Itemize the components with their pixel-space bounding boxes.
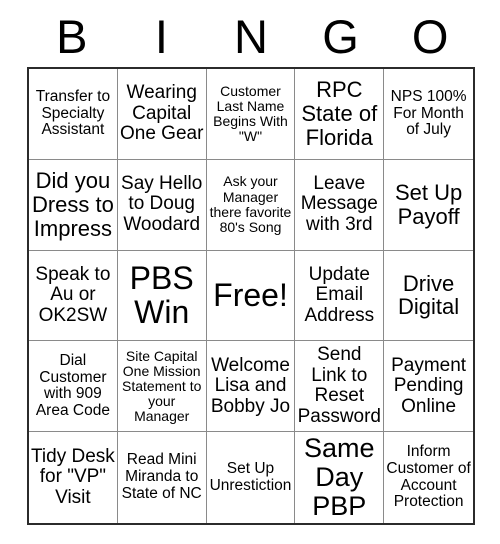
bingo-cell[interactable]: Customer Last Name Begins With "W" xyxy=(206,69,296,160)
bingo-cell[interactable]: Set Up Unrestiction xyxy=(206,432,296,523)
bingo-cell-label: RPC State of Florida xyxy=(301,77,378,150)
bingo-cell-label: Speak to Au or OK2SW xyxy=(35,263,111,326)
bingo-cell[interactable]: RPC State of Florida xyxy=(295,69,385,160)
bingo-cell-label: Set Up Unrestiction xyxy=(209,459,292,494)
bingo-cell[interactable]: Ask your Manager there favorite 80's Son… xyxy=(206,159,296,251)
bingo-cell[interactable]: Wearing Capital One Gear xyxy=(117,69,207,160)
bingo-cell[interactable]: PBS Win xyxy=(117,250,207,342)
bingo-cell-label: Send Link to Reset Password xyxy=(297,344,381,427)
bingo-cell-label: Wearing Capital One Gear xyxy=(119,82,204,145)
header-letter-g: G xyxy=(322,9,359,63)
bingo-cell-label: Same Day PBP xyxy=(304,432,375,522)
header-letter-i: I xyxy=(154,9,168,63)
header-letter-n: N xyxy=(234,9,268,63)
bingo-cell-label: Did you Dress to Impress xyxy=(31,168,114,241)
bingo-free-space-label: Free! xyxy=(213,277,288,314)
bingo-cell-label: Site Capital One Mission Statement to yo… xyxy=(122,347,202,424)
bingo-cell-label: NPS 100% For Month of July xyxy=(390,87,467,139)
bingo-cell-label: Ask your Manager there favorite 80's Son… xyxy=(209,173,292,235)
bingo-card: B I N G O Transfer to Specialty Assistan… xyxy=(0,0,500,544)
bingo-free-space[interactable]: Free! xyxy=(206,250,296,342)
bingo-cell-label: Welcome Lisa and Bobby Jo xyxy=(210,354,291,417)
bingo-header-row: B I N G O xyxy=(27,6,475,66)
bingo-cell[interactable]: Dial Customer with 909 Area Code xyxy=(29,341,118,433)
bingo-cell-label: PBS Win xyxy=(129,259,194,331)
bingo-cell-label: Read Mini Miranda to State of NC xyxy=(121,451,202,502)
bingo-cell-label: Say Hello to Doug Woodard xyxy=(121,172,203,235)
bingo-cell[interactable]: Drive Digital xyxy=(384,250,473,342)
bingo-cell[interactable]: NPS 100% For Month of July xyxy=(384,69,473,160)
bingo-cell[interactable]: Update Email Address xyxy=(295,250,385,342)
bingo-cell[interactable]: Payment Pending Online xyxy=(384,341,473,433)
bingo-cell-label: Drive Digital xyxy=(398,270,460,320)
bingo-cell[interactable]: Set Up Payoff xyxy=(384,159,473,251)
bingo-cell[interactable]: Leave Message with 3rd xyxy=(295,159,385,251)
bingo-cell-label: Leave Message with 3rd xyxy=(300,172,378,235)
bingo-cell[interactable]: Did you Dress to Impress xyxy=(29,159,118,251)
bingo-cell-label: Update Email Address xyxy=(304,263,375,326)
bingo-cell[interactable]: Read Mini Miranda to State of NC xyxy=(117,432,207,523)
bingo-cell[interactable]: Site Capital One Mission Statement to yo… xyxy=(117,341,207,433)
bingo-cell[interactable]: Say Hello to Doug Woodard xyxy=(117,159,207,251)
bingo-grid: Transfer to Specialty Assistant Wearing … xyxy=(27,67,475,525)
bingo-cell-label: Transfer to Specialty Assistant xyxy=(35,87,111,139)
bingo-cell-label: Payment Pending Online xyxy=(391,354,467,417)
bingo-cell-label: Customer Last Name Begins With "W" xyxy=(213,82,288,144)
bingo-cell[interactable]: Inform Customer of Account Protection xyxy=(384,432,473,523)
bingo-cell[interactable]: Same Day PBP xyxy=(295,432,385,523)
bingo-cell-label: Tidy Desk for "VP" Visit xyxy=(31,445,115,508)
bingo-cell[interactable]: Transfer to Specialty Assistant xyxy=(29,69,118,160)
bingo-cell-label: Inform Customer of Account Protection xyxy=(386,443,471,511)
header-letter-b: B xyxy=(56,9,88,63)
bingo-cell[interactable]: Send Link to Reset Password xyxy=(295,341,385,433)
bingo-cell[interactable]: Welcome Lisa and Bobby Jo xyxy=(206,341,296,433)
header-letter-o: O xyxy=(411,9,449,63)
bingo-cell[interactable]: Tidy Desk for "VP" Visit xyxy=(29,432,118,523)
bingo-cell-label: Dial Customer with 909 Area Code xyxy=(35,351,110,420)
bingo-cell[interactable]: Speak to Au or OK2SW xyxy=(29,250,118,342)
bingo-cell-label: Set Up Payoff xyxy=(394,179,463,229)
